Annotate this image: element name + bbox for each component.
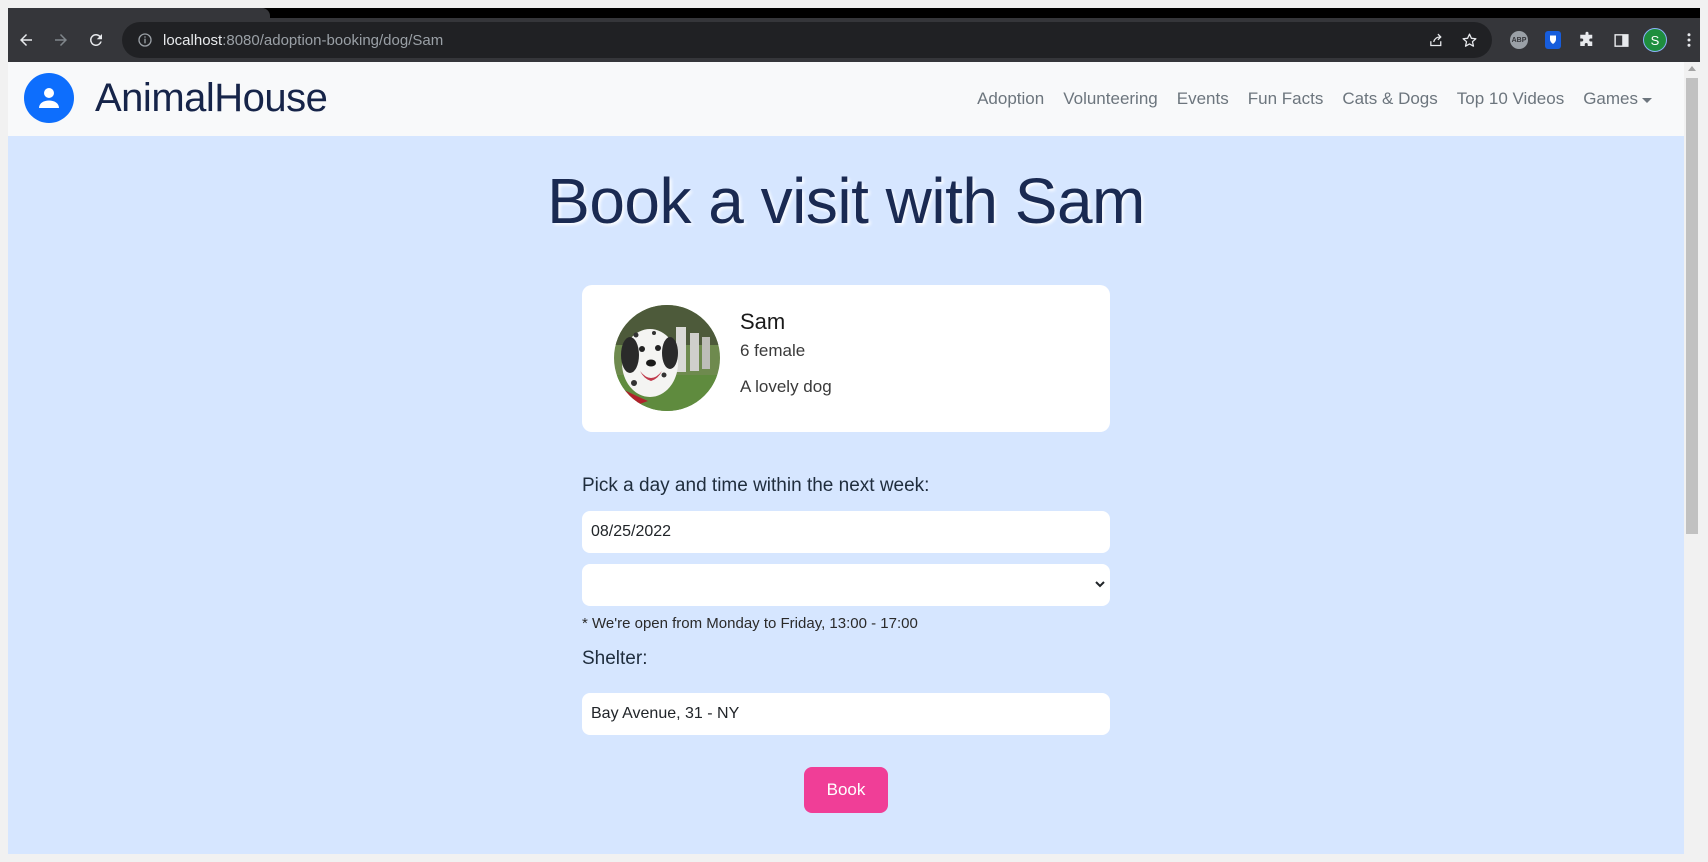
adblock-extension[interactable]: ABP [1502, 23, 1536, 57]
page-viewport: AnimalHouse Adoption Volunteering Events… [8, 62, 1700, 854]
nav-games-dropdown[interactable]: Games [1583, 89, 1652, 109]
active-tab[interactable] [8, 8, 270, 18]
url-text: localhost:8080/adoption-booking/dog/Sam [163, 32, 443, 49]
page-title: Book a visit with Sam [547, 165, 1145, 237]
share-icon[interactable] [1428, 32, 1445, 49]
brand-link[interactable]: AnimalHouse [24, 73, 328, 123]
pet-photo [614, 305, 720, 411]
browser-toolbar: localhost:8080/adoption-booking/dog/Sam … [8, 18, 1700, 62]
pet-age-gender: 6 female [740, 341, 806, 360]
date-input[interactable]: 08/25/2022 [582, 511, 1110, 553]
shelter-field[interactable]: Bay Avenue, 31 - NY [582, 693, 1110, 735]
scroll-up-arrow-icon[interactable] [1688, 66, 1696, 71]
shelter-label: Shelter: [582, 648, 648, 669]
reload-button[interactable] [79, 23, 113, 57]
side-panel-button[interactable] [1604, 23, 1638, 57]
nav-adoption[interactable]: Adoption [977, 89, 1044, 109]
nav-top-videos[interactable]: Top 10 Videos [1457, 89, 1564, 109]
side-panel-icon [1613, 33, 1629, 47]
chevron-down-icon [1095, 581, 1105, 588]
nav-volunteering[interactable]: Volunteering [1063, 89, 1158, 109]
browser-menu-button[interactable] [1672, 23, 1700, 57]
nav-fun-facts[interactable]: Fun Facts [1248, 89, 1324, 109]
url-host: localhost [163, 31, 223, 49]
omnibox-actions [1428, 22, 1478, 58]
puzzle-icon [1580, 31, 1593, 46]
url-path: :8080/adoption-booking/dog/Sam [222, 31, 444, 49]
shield-icon [1545, 31, 1561, 49]
forward-button[interactable] [44, 23, 78, 57]
date-time-label: Pick a day and time within the next week… [582, 475, 930, 496]
brand-name: AnimalHouse [95, 75, 328, 120]
bitwarden-extension[interactable] [1536, 23, 1570, 57]
nav-cats-dogs[interactable]: Cats & Dogs [1342, 89, 1437, 109]
bookmark-star-icon[interactable] [1461, 32, 1478, 49]
profile-button[interactable]: S [1638, 23, 1672, 57]
extensions-button[interactable] [1570, 23, 1604, 57]
nav-games-label: Games [1583, 89, 1638, 108]
main-menu: Adoption Volunteering Events Fun Facts C… [977, 62, 1652, 136]
tab-strip [8, 8, 1700, 18]
pet-description: A lovely dog [740, 377, 832, 396]
person-icon [24, 73, 74, 123]
kebab-menu-icon [1687, 33, 1691, 47]
pet-name: Sam [740, 309, 786, 334]
address-bar[interactable]: localhost:8080/adoption-booking/dog/Sam [122, 22, 1492, 58]
extensions-area: ABP S [1502, 18, 1700, 62]
adblock-icon: ABP [1510, 31, 1528, 49]
profile-avatar: S [1643, 28, 1667, 52]
scroll-thumb[interactable] [1686, 78, 1698, 534]
arrow-left-icon [20, 34, 32, 46]
arrow-right-icon [55, 34, 67, 46]
caret-down-icon [1642, 97, 1652, 103]
opening-hours-note: * We're open from Monday to Friday, 13:0… [582, 615, 918, 632]
pet-card: Sam 6 female A lovely dog [582, 285, 1110, 432]
page-scrollbar[interactable] [1684, 62, 1700, 854]
reload-icon [89, 33, 102, 46]
site-navbar: AnimalHouse Adoption Volunteering Events… [8, 62, 1684, 136]
back-button[interactable] [9, 23, 43, 57]
browser-window: localhost:8080/adoption-booking/dog/Sam … [8, 8, 1700, 854]
nav-events[interactable]: Events [1177, 89, 1229, 109]
info-icon[interactable] [137, 32, 153, 48]
time-select[interactable] [582, 564, 1110, 606]
book-button[interactable]: Book [804, 767, 888, 813]
